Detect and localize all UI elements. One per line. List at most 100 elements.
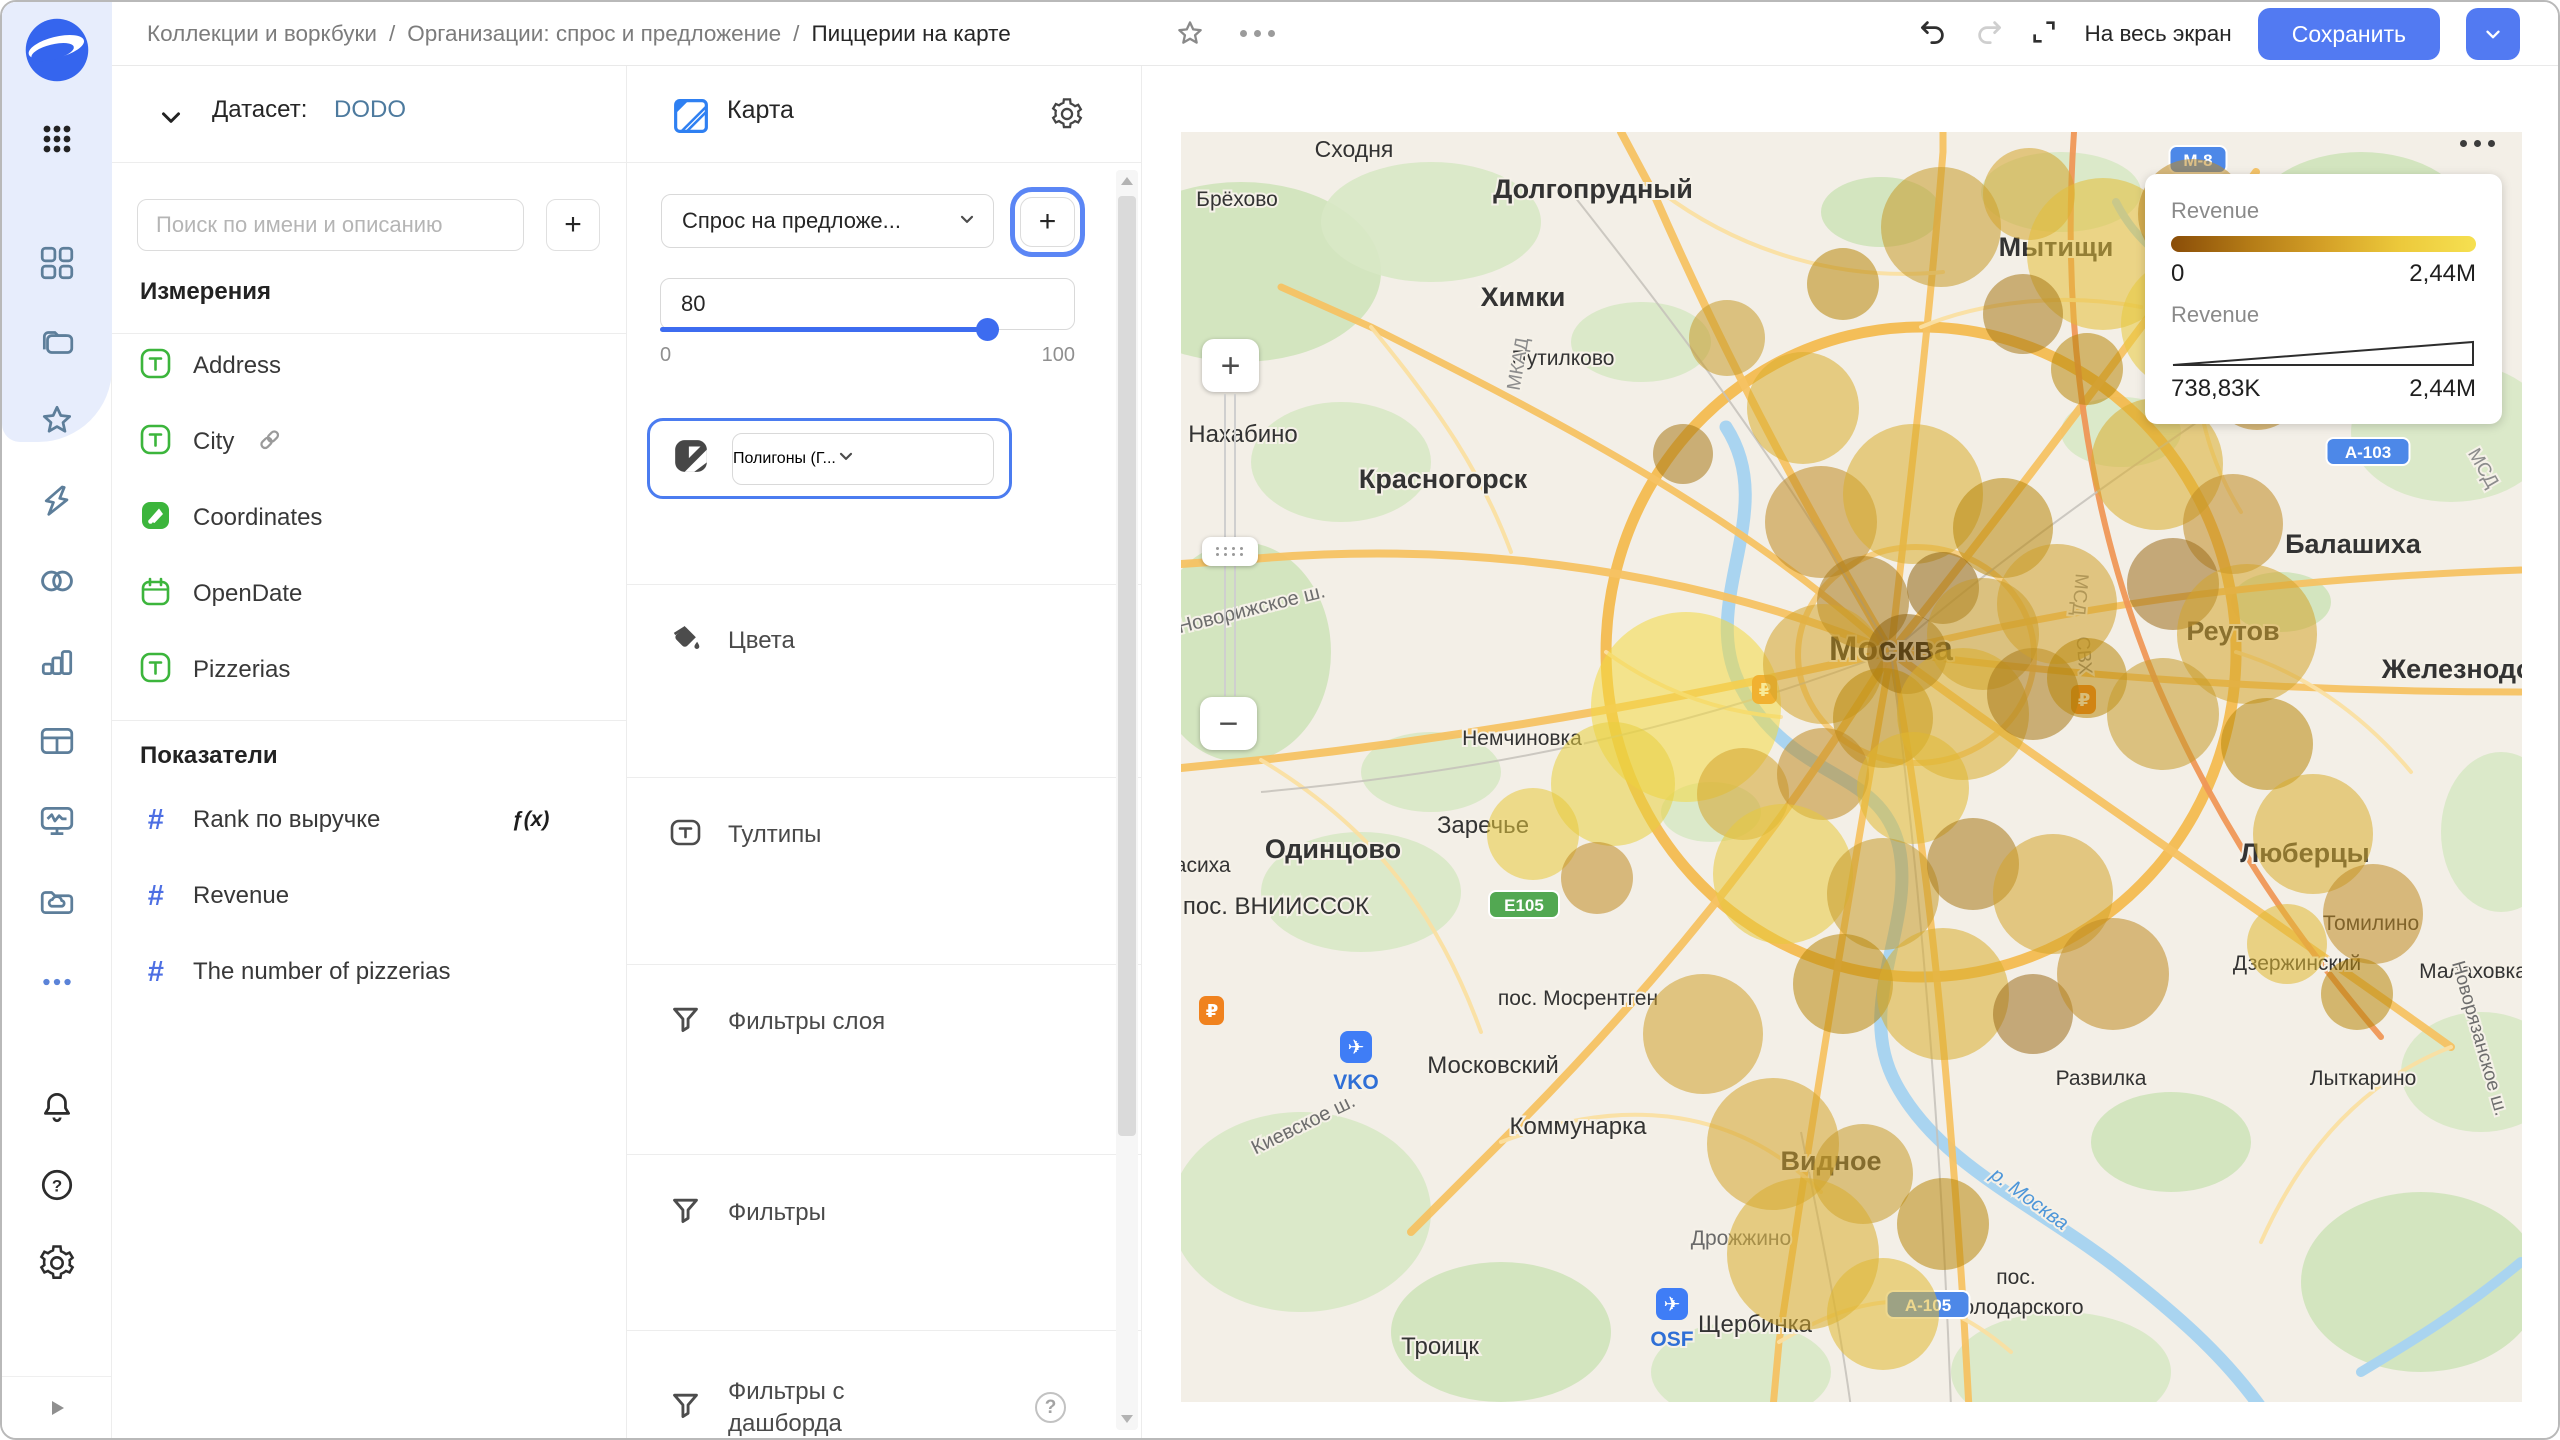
help-icon[interactable]: ? (1035, 1392, 1066, 1423)
editor-icon[interactable] (2, 478, 112, 524)
revenue-bubble[interactable] (1561, 842, 1633, 914)
revenue-bubble[interactable] (1643, 974, 1763, 1094)
revenue-bubble[interactable] (1897, 1178, 1989, 1270)
scrollbar-thumb[interactable] (1118, 196, 1136, 1136)
scroll-down-arrow[interactable] (1121, 1415, 1133, 1423)
map-menu-icon[interactable] (2460, 140, 2495, 147)
revenue-bubble[interactable] (1689, 300, 1765, 376)
funnel-icon (670, 1195, 701, 1231)
field-label: OpenDate (193, 580, 303, 607)
link-icon (256, 426, 283, 458)
layer-select[interactable]: Спрос на предложе... (661, 194, 994, 248)
section-funnel[interactable]: Фильтры с дашборда ? (627, 1360, 1087, 1438)
undo-icon[interactable] (1918, 17, 1948, 52)
datasets-icon[interactable] (2, 558, 112, 604)
slider-fill (660, 327, 987, 332)
dashboards-icon[interactable] (2, 240, 112, 286)
help-icon[interactable]: ? (2, 1162, 112, 1208)
revenue-bubble[interactable] (2107, 658, 2219, 770)
dimension-field-Coordinates[interactable]: Coordinates (112, 480, 626, 556)
map-zoom-out-button[interactable]: − (1200, 697, 1257, 750)
revenue-bubble[interactable] (1827, 1258, 1939, 1370)
layer-opacity-slider[interactable]: 80 (660, 278, 1075, 341)
monitoring-icon[interactable] (2, 798, 112, 844)
section-label: Тултипы (728, 821, 822, 848)
save-button[interactable]: Сохранить (2257, 8, 2440, 60)
map-place-label: Развилка (2056, 1067, 2147, 1090)
geotype-select[interactable]: Полигоны (Г... (732, 432, 994, 485)
revenue-bubble[interactable] (2057, 918, 2169, 1030)
favorites-icon[interactable] (2, 398, 112, 444)
measure-field-The number of pizzerias[interactable]: # The number of pizzerias (112, 934, 626, 1010)
slider-thumb[interactable] (976, 318, 1000, 341)
dataset-label: Датасет: (212, 96, 308, 123)
map-zoom-in-button[interactable]: + (1202, 339, 1259, 392)
tables-icon[interactable] (2, 718, 112, 764)
revenue-bubble[interactable] (1747, 352, 1859, 464)
dimension-field-OpenDate[interactable]: OpenDate (112, 556, 626, 632)
more-icon[interactable] (2, 960, 112, 1004)
section-funnel[interactable]: Фильтры (627, 1179, 1087, 1247)
apps-grid-icon[interactable] (2, 114, 112, 164)
measure-field-Revenue[interactable]: # Revenue (112, 858, 626, 934)
dimension-field-City[interactable]: City (112, 404, 626, 480)
formula-icon: ƒ(x) (512, 808, 550, 831)
collapse-sidebar-button[interactable] (2, 1376, 111, 1438)
favorite-star-icon[interactable] (1174, 18, 1206, 55)
fullscreen-label[interactable]: На весь экран (2084, 21, 2231, 47)
more-actions-icon[interactable] (1240, 30, 1275, 37)
revenue-bubble[interactable] (1653, 424, 1713, 484)
chart-settings-gear-icon[interactable] (1051, 98, 1083, 135)
text-field-icon (140, 652, 171, 688)
field-search-input[interactable] (137, 199, 524, 251)
settings-scrollbar[interactable] (1116, 170, 1138, 1430)
settings-icon[interactable] (2, 1240, 112, 1286)
dimension-field-Pizzerias[interactable]: Pizzerias (112, 632, 626, 708)
chart-type-title: Карта (727, 96, 794, 124)
revenue-bubble[interactable] (2247, 904, 2327, 984)
revenue-bubble[interactable] (1881, 167, 2001, 287)
legend-color-title: Revenue (2171, 198, 2260, 223)
revenue-bubble[interactable] (1983, 274, 2063, 354)
breadcrumb-workbook[interactable]: Организации: спрос и предложение (407, 21, 781, 47)
geo-layer-icon (672, 437, 710, 480)
map-place-label: Нахабино (1188, 421, 1298, 448)
svg-text:✈: ✈ (1664, 1294, 1681, 1316)
revenue-bubble[interactable] (1807, 248, 1879, 320)
map-green-area (1251, 402, 1431, 522)
svg-text:₽: ₽ (1206, 1001, 1219, 1021)
revenue-bubble[interactable] (1877, 928, 2009, 1060)
notifications-icon[interactable] (2, 1084, 112, 1130)
section-tooltip[interactable]: Тултипы (627, 801, 1087, 869)
section-funnel[interactable]: Фильтры слоя (627, 988, 1087, 1056)
storage-icon[interactable] (2, 878, 112, 924)
add-layer-button[interactable]: + (1010, 187, 1085, 257)
layer-select-value: Спрос на предложе... (682, 208, 901, 233)
measure-field-Rank по выручке[interactable]: # Rank по выручке ƒ(x) (112, 782, 626, 858)
map-zoom-handle[interactable] (1202, 537, 1258, 566)
measures-title: Показатели (140, 742, 278, 769)
scroll-up-arrow[interactable] (1121, 177, 1133, 185)
chevron-down-icon (957, 209, 977, 234)
fullscreen-icon[interactable] (2030, 18, 2058, 51)
breadcrumb: Коллекции и воркбуки / Организации: спро… (147, 2, 1011, 66)
dataset-name[interactable]: DODO (334, 96, 406, 124)
charts-icon[interactable] (2, 638, 112, 684)
divider (627, 584, 1141, 585)
dataset-header[interactable]: Датасет: DODO (112, 66, 626, 163)
datalens-app: ? Коллекции и воркбуки / Организации: сп… (0, 0, 2560, 1440)
section-paint[interactable]: Цвета (627, 607, 1087, 675)
datalens-logo-icon[interactable] (2, 12, 112, 88)
save-options-caret-button[interactable] (2466, 8, 2520, 60)
funnel-icon (670, 1004, 701, 1040)
revenue-bubble[interactable] (2323, 864, 2423, 964)
collections-icon[interactable] (2, 320, 112, 366)
dimensions-title: Измерения (140, 278, 271, 305)
dimension-field-Address[interactable]: Address (112, 328, 626, 404)
revenue-bubble[interactable] (2321, 958, 2393, 1030)
add-field-button[interactable]: + (546, 199, 600, 251)
revenue-bubble[interactable] (2051, 333, 2123, 405)
breadcrumb-collections[interactable]: Коллекции и воркбуки (147, 21, 377, 47)
redo-icon[interactable] (1974, 17, 2004, 52)
breadcrumb-separator: / (388, 21, 396, 46)
